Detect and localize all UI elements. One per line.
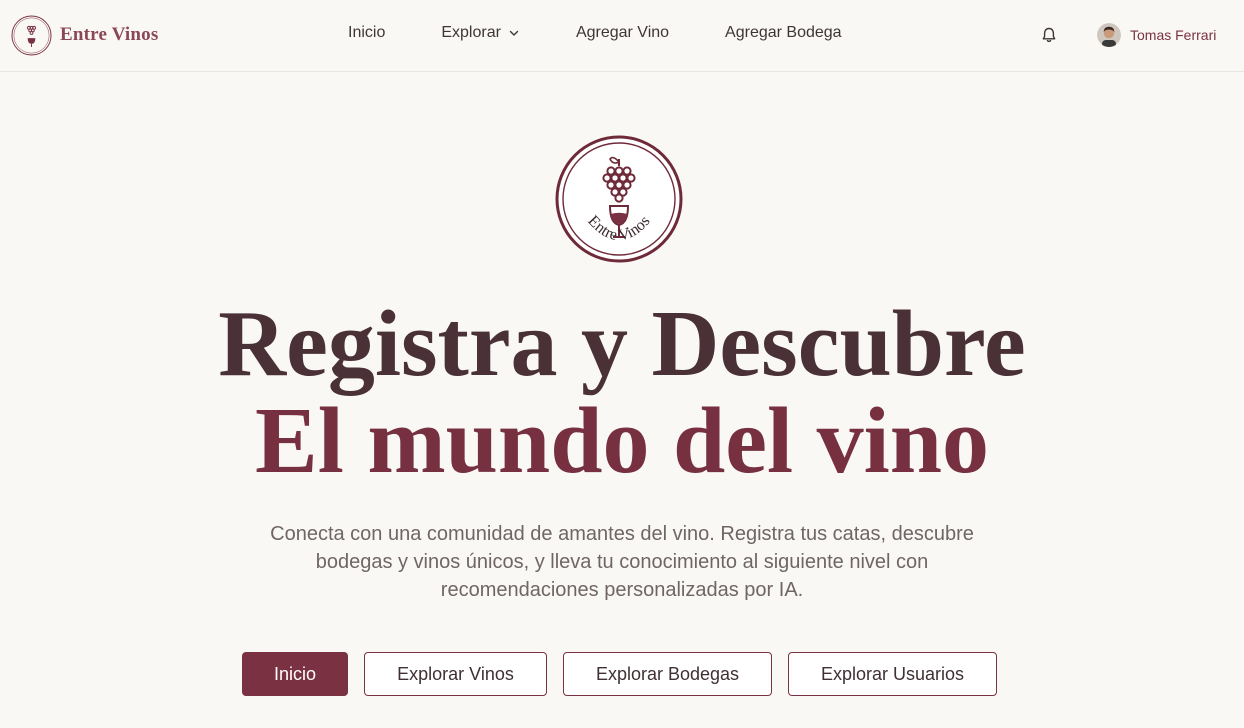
explorar-vinos-button[interactable]: Explorar Vinos [364, 652, 547, 696]
avatar [1097, 23, 1121, 47]
main-nav: Inicio Explorar Agregar Vino Agregar Bod… [348, 24, 842, 42]
bell-icon[interactable] [1040, 26, 1058, 44]
chevron-down-icon [509, 30, 519, 36]
cta-row: Inicio Explorar Vinos Explorar Bodegas E… [242, 652, 997, 696]
nav-inicio[interactable]: Inicio [348, 24, 385, 42]
top-navbar: Entre Vinos Inicio Explorar Agregar Vino… [0, 0, 1244, 72]
hero-headline-line1: Registra y Descubre [218, 292, 1026, 396]
hero-headline-line2: El mundo del vino [255, 389, 989, 493]
user-name: Tomas Ferrari [1130, 27, 1217, 43]
explorar-usuarios-button[interactable]: Explorar Usuarios [788, 652, 997, 696]
nav-agregar-vino[interactable]: Agregar Vino [576, 24, 669, 42]
hero-logo-icon: Entre Vinos [555, 135, 683, 263]
explorar-bodegas-button[interactable]: Explorar Bodegas [563, 652, 772, 696]
nav-explorar-dropdown[interactable]: Explorar [441, 24, 520, 42]
inicio-button[interactable]: Inicio [242, 652, 348, 696]
brand-link[interactable]: Entre Vinos [11, 14, 159, 56]
brand-logo-icon [11, 14, 52, 56]
brand-name: Entre Vinos [60, 24, 159, 45]
hero-subtitle: Conecta con una comunidad de amantes del… [270, 523, 974, 601]
nav-agregar-bodega[interactable]: Agregar Bodega [725, 24, 842, 42]
nav-explorar-label: Explorar [441, 24, 501, 41]
user-menu[interactable]: Tomas Ferrari [1097, 23, 1216, 47]
